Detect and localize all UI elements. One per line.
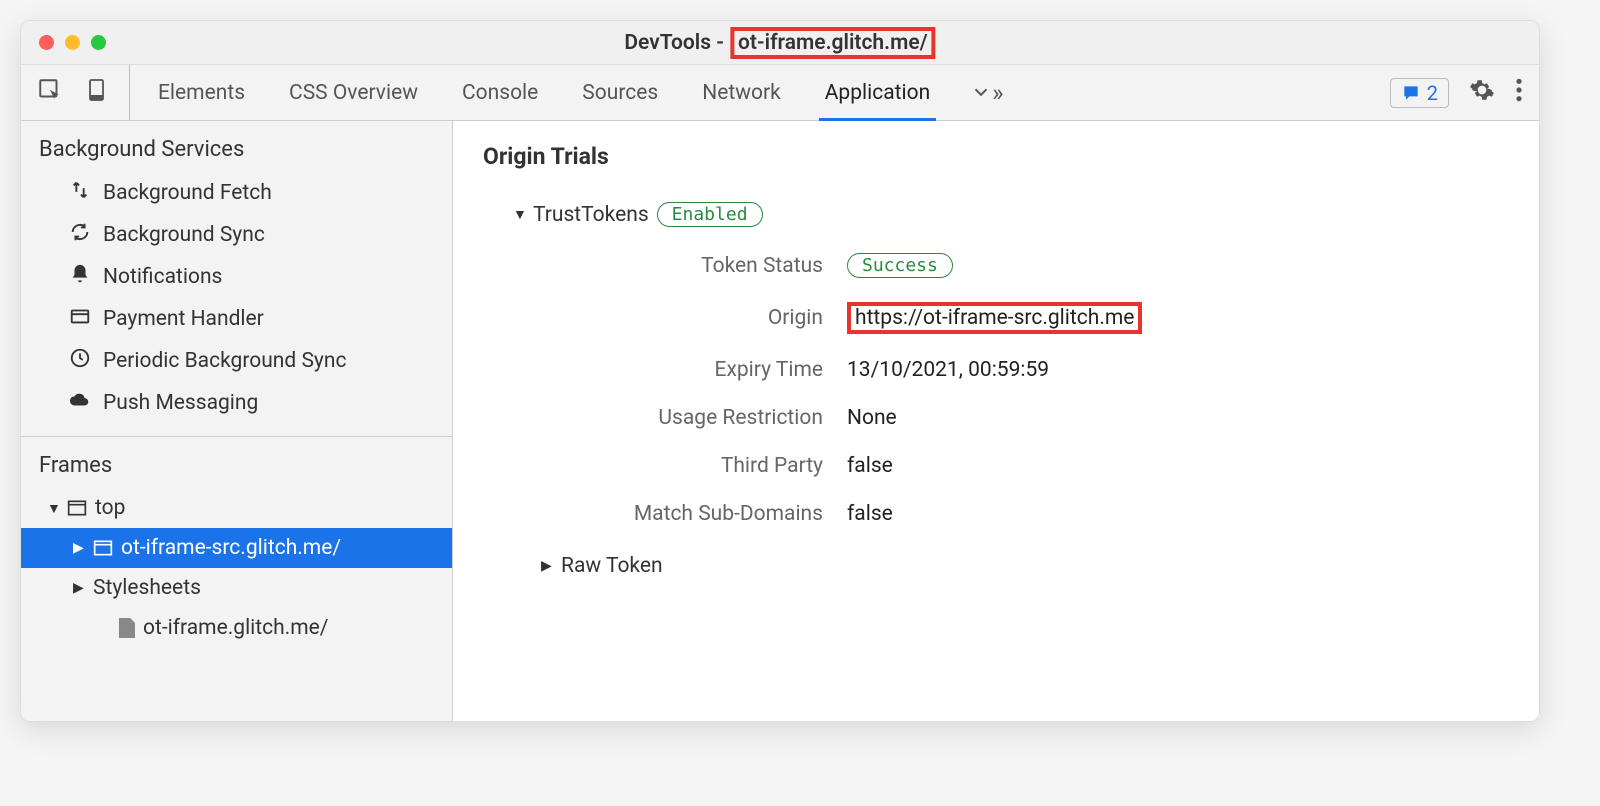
expiry-label: Expiry Time: [513, 358, 823, 382]
window-title: DevTools - ot-iframe.glitch.me/: [624, 27, 935, 59]
sidebar-item-label: Background Fetch: [103, 181, 272, 205]
main-toolbar: Elements CSS Overview Console Sources Ne…: [21, 65, 1539, 121]
origin-value: https://ot-iframe-src.glitch.me: [847, 302, 1509, 334]
frame-stylesheets[interactable]: ▶ Stylesheets: [21, 568, 452, 608]
frames-tree: ▼ top ▶ ot-iframe-src.glitch.me/ ▶ Style…: [21, 488, 452, 662]
main-content: Origin Trials ▼ TrustTokens Enabled Toke…: [453, 121, 1539, 721]
frame-selected[interactable]: ▶ ot-iframe-src.glitch.me/: [21, 528, 452, 568]
sidebar-item-label: Background Sync: [103, 223, 265, 247]
sidebar-item-push[interactable]: Push Messaging: [21, 382, 452, 424]
sidebar-item-label: Notifications: [103, 265, 222, 289]
toolbar-right: 2: [1380, 65, 1523, 120]
tab-application[interactable]: Application: [803, 65, 952, 120]
tab-css-overview[interactable]: CSS Overview: [267, 65, 440, 120]
trial-name: TrustTokens: [533, 203, 649, 227]
sidebar-item-label: Push Messaging: [103, 391, 258, 415]
tab-console[interactable]: Console: [440, 65, 560, 120]
origin-label: Origin: [513, 306, 823, 330]
third-party-value: false: [847, 454, 1509, 478]
minimize-button[interactable]: [65, 35, 80, 50]
cloud-icon: [69, 389, 91, 417]
titlebar: DevTools - ot-iframe.glitch.me/: [21, 21, 1539, 65]
devtools-window: DevTools - ot-iframe.glitch.me/ Elements…: [20, 20, 1540, 722]
traffic-lights: [39, 35, 106, 50]
sidebar-item-payment[interactable]: Payment Handler: [21, 298, 452, 340]
sidebar-item-label: Payment Handler: [103, 307, 264, 331]
title-prefix: DevTools -: [624, 31, 724, 55]
frame-top[interactable]: ▼ top: [21, 488, 452, 528]
raw-token-label: Raw Token: [561, 554, 663, 578]
sync-icon: [69, 221, 91, 249]
application-sidebar: Background Services Background Fetch Bac…: [21, 121, 453, 721]
title-url-highlight: ot-iframe.glitch.me/: [730, 27, 936, 59]
expiry-value: 13/10/2021, 00:59:59: [847, 358, 1509, 382]
trial-details-grid: Token Status Success Origin https://ot-i…: [513, 253, 1509, 526]
sidebar-item-bg-fetch[interactable]: Background Fetch: [21, 172, 452, 214]
more-tabs-icon[interactable]: »: [952, 65, 1021, 120]
trial-row[interactable]: ▼ TrustTokens Enabled: [513, 202, 1509, 227]
frame-icon: [67, 499, 87, 517]
tab-elements[interactable]: Elements: [136, 65, 267, 120]
tab-network[interactable]: Network: [680, 65, 803, 120]
frame-label: top: [95, 496, 125, 520]
updown-icon: [69, 179, 91, 207]
tab-sources[interactable]: Sources: [560, 65, 680, 120]
sidebar-divider: [21, 436, 452, 437]
chevron-down-icon[interactable]: ▼: [47, 500, 59, 517]
device-toggle-icon[interactable]: [85, 77, 109, 108]
sidebar-item-periodic-sync[interactable]: Periodic Background Sync: [21, 340, 452, 382]
bg-services-heading: Background Services: [21, 121, 452, 172]
close-button[interactable]: [39, 35, 54, 50]
sidebar-item-label: Periodic Background Sync: [103, 349, 346, 373]
third-party-label: Third Party: [513, 454, 823, 478]
raw-token-row[interactable]: ▶ Raw Token: [541, 554, 1509, 578]
gear-icon[interactable]: [1469, 77, 1495, 108]
frame-icon: [93, 539, 113, 557]
messages-badge[interactable]: 2: [1390, 78, 1449, 108]
messages-count: 2: [1427, 81, 1438, 105]
match-sub-value: false: [847, 502, 1509, 526]
success-badge: Success: [847, 253, 953, 278]
folder-label: Stylesheets: [93, 576, 201, 600]
sidebar-item-bg-sync[interactable]: Background Sync: [21, 214, 452, 256]
card-icon: [69, 305, 91, 333]
frame-label: ot-iframe-src.glitch.me/: [121, 536, 341, 560]
kebab-icon[interactable]: [1515, 77, 1523, 108]
clock-icon: [69, 347, 91, 375]
maximize-button[interactable]: [91, 35, 106, 50]
bell-icon: [69, 263, 91, 291]
enabled-badge: Enabled: [657, 202, 763, 227]
frame-document[interactable]: ot-iframe.glitch.me/: [21, 608, 452, 648]
panel-body: Background Services Background Fetch Bac…: [21, 121, 1539, 721]
chevron-down-icon[interactable]: ▼: [513, 206, 525, 223]
origin-highlight: https://ot-iframe-src.glitch.me: [847, 302, 1142, 334]
usage-value: None: [847, 406, 1509, 430]
toolbar-left-icons: [37, 65, 130, 120]
usage-label: Usage Restriction: [513, 406, 823, 430]
document-label: ot-iframe.glitch.me/: [143, 616, 328, 640]
chevron-right-icon[interactable]: ▶: [73, 540, 85, 556]
chevron-right-icon[interactable]: ▶: [541, 558, 553, 574]
document-icon: [119, 618, 135, 638]
match-sub-label: Match Sub-Domains: [513, 502, 823, 526]
frames-heading: Frames: [21, 449, 452, 488]
chevron-right-icon[interactable]: ▶: [73, 580, 85, 596]
token-status-label: Token Status: [513, 254, 823, 278]
panel-tabs: Elements CSS Overview Console Sources Ne…: [136, 65, 1380, 120]
inspect-icon[interactable]: [37, 77, 63, 108]
sidebar-item-notifications[interactable]: Notifications: [21, 256, 452, 298]
origin-trials-heading: Origin Trials: [483, 143, 1509, 170]
token-status-value: Success: [847, 253, 1509, 278]
